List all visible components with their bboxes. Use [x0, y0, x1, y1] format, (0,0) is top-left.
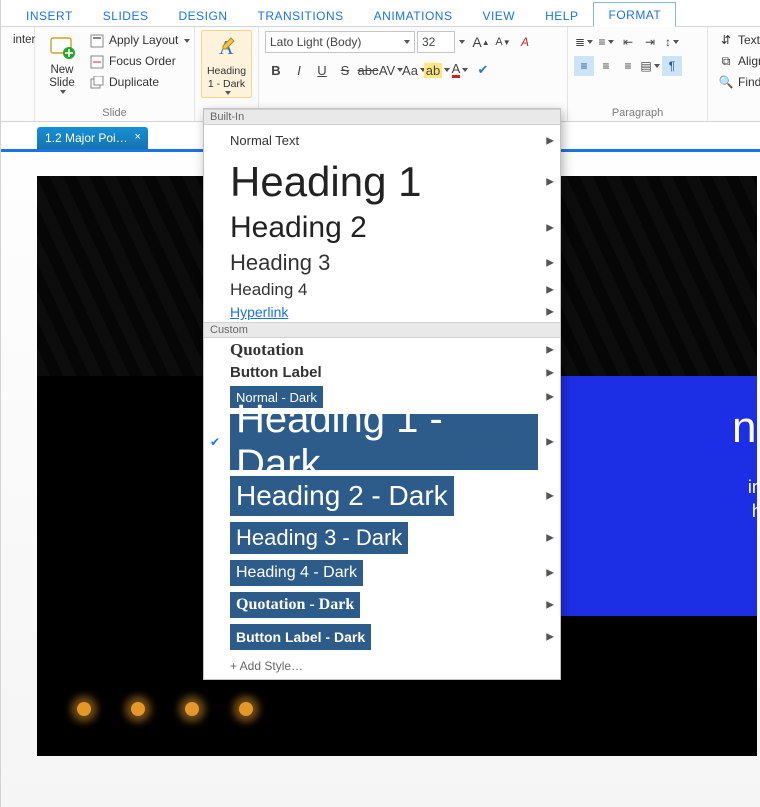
help-tab[interactable]: HELP: [530, 3, 593, 27]
submenu-arrow-icon: ▶: [546, 632, 554, 643]
line-spacing-button[interactable]: ↕: [662, 32, 682, 52]
align-icon: ⧉: [718, 54, 734, 70]
paragraph-group-label: Paragraph: [574, 106, 701, 120]
animations-tab[interactable]: ANIMATIONS: [359, 3, 468, 27]
text-style-icon: A: [212, 33, 242, 63]
outdent-button[interactable]: ⇤: [618, 32, 638, 52]
strike2-button[interactable]: abc: [357, 59, 379, 81]
paragraph-marks-button[interactable]: ¶: [662, 56, 682, 76]
style-quotation[interactable]: Quotation▶: [204, 338, 560, 362]
submenu-arrow-icon: ▶: [546, 307, 554, 318]
submenu-arrow-icon: ▶: [546, 367, 554, 378]
document-tab[interactable]: 1.2 Major Poi… ×: [37, 127, 148, 149]
slide-group-label: Slide: [41, 106, 188, 120]
underline-button[interactable]: U: [311, 59, 333, 81]
insert-tab[interactable]: INSERT: [11, 3, 88, 27]
bold-button[interactable]: B: [265, 59, 287, 81]
clear-format-button[interactable]: A: [515, 32, 535, 52]
submenu-arrow-icon: ▶: [546, 600, 554, 611]
duplicate-icon: [89, 75, 105, 91]
style-heading-4[interactable]: Heading 4▶: [204, 278, 560, 302]
submenu-arrow-icon: ▶: [546, 345, 554, 356]
style-heading-3-dark[interactable]: Heading 3 - Dark▶: [204, 519, 560, 557]
submenu-arrow-icon: ▶: [546, 533, 554, 544]
find-icon: 🔍: [718, 75, 734, 91]
style-heading-4-dark[interactable]: Heading 4 - Dark▶: [204, 557, 560, 589]
submenu-arrow-icon: ▶: [546, 135, 554, 146]
check-format-button[interactable]: ✔: [472, 59, 494, 81]
new-slide-icon: [47, 32, 77, 62]
submenu-arrow-icon: ▶: [546, 568, 554, 579]
font-name-input[interactable]: Lato Light (Body): [265, 31, 415, 53]
indent-button[interactable]: ⇥: [640, 32, 660, 52]
ribbon-tabs: INSERT SLIDES DESIGN TRANSITIONS ANIMATI…: [1, 0, 760, 27]
new-slide-button[interactable]: New Slide: [41, 30, 83, 94]
align-objects-button[interactable]: ⧉Align: [714, 51, 760, 72]
custom-section-header: Custom: [204, 322, 560, 338]
submenu-arrow-icon: ▶: [546, 177, 554, 188]
submenu-arrow-icon: ▶: [546, 392, 554, 403]
align-left-button[interactable]: ≡: [574, 56, 594, 76]
char-spacing-button[interactable]: AV: [380, 59, 402, 81]
close-tab-icon[interactable]: ×: [132, 131, 144, 143]
align-right-button[interactable]: ≡: [618, 56, 638, 76]
style-heading-2[interactable]: Heading 2▶: [204, 208, 560, 248]
submenu-arrow-icon: ▶: [546, 491, 554, 502]
text-dir-icon: ⇵: [718, 33, 734, 49]
submenu-arrow-icon: ▶: [546, 223, 554, 234]
text-styles-button[interactable]: A Heading 1 - Dark: [201, 30, 252, 98]
text-styles-dropdown: Built-In Normal Text▶ Heading 1▶ Heading…: [203, 108, 561, 680]
align-center-button[interactable]: ≡: [596, 56, 616, 76]
style-button-label[interactable]: Button Label▶: [204, 362, 560, 383]
view-tab[interactable]: VIEW: [467, 3, 530, 27]
format-tab[interactable]: FORMAT: [593, 2, 676, 27]
apply-layout-button[interactable]: Apply Layout: [85, 30, 194, 51]
columns-button[interactable]: ▤: [640, 56, 660, 76]
shrink-font-button[interactable]: A▼: [493, 32, 513, 52]
check-icon: ✔: [210, 435, 220, 449]
strike-button[interactable]: S: [334, 59, 356, 81]
style-heading-3[interactable]: Heading 3▶: [204, 248, 560, 278]
add-style-button[interactable]: + Add Style…: [204, 653, 560, 679]
grow-font-button[interactable]: A▲: [471, 32, 491, 52]
slides-tab[interactable]: SLIDES: [88, 3, 164, 27]
style-heading-1-dark[interactable]: ✔Heading 1 - Dark▶: [204, 411, 560, 473]
italic-button[interactable]: I: [288, 59, 310, 81]
focus-order-button[interactable]: Focus Order: [85, 51, 194, 72]
builtin-section-header: Built-In: [204, 109, 560, 125]
focus-order-icon: [89, 54, 105, 70]
change-case-button[interactable]: Aa: [403, 59, 425, 81]
font-size-input[interactable]: 32: [417, 31, 455, 53]
highlight-button[interactable]: ab: [426, 59, 448, 81]
style-quotation-dark[interactable]: Quotation - Dark▶: [204, 589, 560, 621]
transitions-tab[interactable]: TRANSITIONS: [243, 3, 359, 27]
style-heading-1[interactable]: Heading 1▶: [204, 156, 560, 208]
design-tab[interactable]: DESIGN: [163, 3, 242, 27]
layout-icon: [89, 33, 105, 49]
style-hyperlink[interactable]: Hyperlink▶: [204, 302, 560, 322]
style-button-label-dark[interactable]: Button Label - Dark▶: [204, 621, 560, 653]
submenu-arrow-icon: ▶: [546, 437, 554, 448]
duplicate-button[interactable]: Duplicate: [85, 72, 194, 93]
text-direction-button[interactable]: ⇵Text: [714, 30, 760, 51]
style-normal-text[interactable]: Normal Text▶: [204, 125, 560, 156]
bullet-list-button[interactable]: ≣: [574, 32, 594, 52]
number-list-button[interactable]: ≡: [596, 32, 616, 52]
submenu-arrow-icon: ▶: [546, 285, 554, 296]
find-button[interactable]: 🔍Find: [714, 72, 760, 93]
style-heading-2-dark[interactable]: Heading 2 - Dark▶: [204, 473, 560, 519]
font-color-button[interactable]: A: [449, 59, 471, 81]
submenu-arrow-icon: ▶: [546, 258, 554, 269]
